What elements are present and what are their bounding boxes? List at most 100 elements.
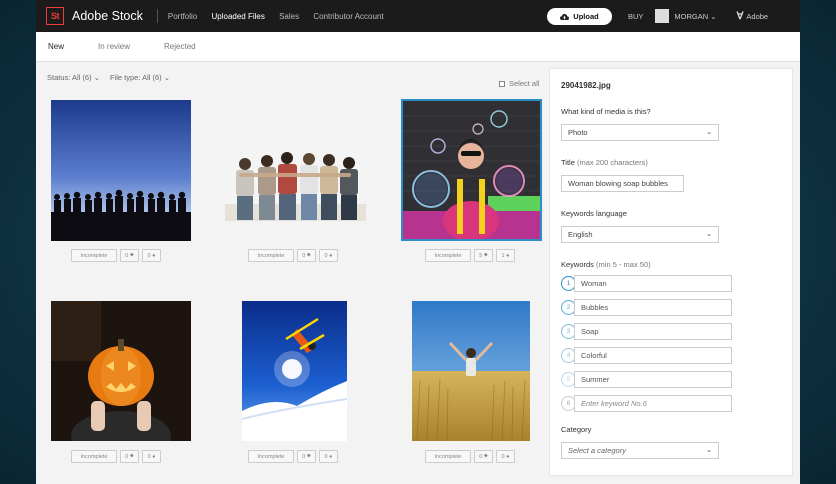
keyword-count: 0: [125, 453, 129, 460]
person-icon: ●: [506, 453, 510, 460]
thumbnail-badges: Incomplete 0 ⬥ 0 ●: [425, 450, 515, 463]
people-count-badge[interactable]: 0 ●: [496, 450, 515, 463]
keyword-count: 5: [479, 252, 483, 259]
file-type-filter[interactable]: File type: All (6) ⌄: [110, 73, 170, 82]
photo-bubbles: [403, 101, 540, 239]
status-badge[interactable]: Incomplete: [71, 249, 117, 262]
tab-bar: New In review Rejected: [36, 32, 800, 62]
tag-icon: ⬥: [483, 453, 488, 459]
people-count-badge[interactable]: 0 ●: [319, 450, 338, 463]
keyword-input-5[interactable]: Summer: [574, 371, 732, 388]
filter-bar: Status: All (6) ⌄ File type: All (6) ⌄: [47, 73, 170, 82]
thumbnail-friends[interactable]: [225, 116, 366, 221]
tag-icon: ⬥: [129, 453, 134, 459]
thumbnail-skier[interactable]: [242, 301, 347, 441]
people-count: 0: [324, 453, 328, 460]
thumbnail-bubbles[interactable]: [401, 99, 542, 241]
person-icon: ●: [152, 252, 156, 259]
title-hint: (max 200 characters): [576, 158, 648, 167]
category-label: Category: [561, 425, 592, 434]
keyword-input-6[interactable]: Enter keyword No.6: [574, 395, 732, 412]
select-all[interactable]: Select all: [499, 79, 539, 88]
keyword-count-badge[interactable]: 0 ⬥: [120, 450, 139, 463]
chevron-down-icon: ⌄: [93, 73, 100, 82]
person-icon: ●: [152, 453, 156, 460]
avatar[interactable]: [655, 9, 670, 23]
user-menu[interactable]: MORGAN ⌄: [674, 12, 716, 21]
photo-friends: [225, 116, 366, 221]
keywords-label-text: Keywords: [561, 260, 594, 269]
people-count-badge[interactable]: 1 ●: [496, 249, 515, 262]
status-filter[interactable]: Status: All (6) ⌄: [47, 73, 100, 82]
thumbnail-badges: Incomplete 0 ⬥ 0 ●: [71, 249, 161, 262]
tab-in-review[interactable]: In review: [98, 42, 130, 51]
category-select[interactable]: Select a category ⌄: [561, 442, 719, 459]
keyword-input-1[interactable]: Woman: [574, 275, 732, 292]
keyword-input-3[interactable]: Soap: [574, 323, 732, 340]
upload-button[interactable]: Upload: [547, 8, 612, 25]
keyword-count: 0: [125, 252, 129, 259]
file-name: 29041982.jpg: [561, 81, 611, 90]
status-filter-label: Status: All (6): [47, 73, 92, 82]
title-label-text: Title: [561, 158, 575, 167]
tab-new[interactable]: New: [48, 42, 64, 51]
nav-uploaded-files[interactable]: Uploaded Files: [211, 12, 264, 21]
photo-pumpkin: [51, 301, 191, 441]
buy-link[interactable]: BUY: [628, 12, 643, 21]
title-input[interactable]: Woman blowing soap bubbles: [561, 175, 684, 192]
file-type-filter-label: File type: All (6): [110, 73, 162, 82]
status-badge[interactable]: Incomplete: [425, 450, 471, 463]
thumbnail-pumpkin[interactable]: [51, 301, 191, 441]
people-count-badge[interactable]: 0 ●: [142, 249, 161, 262]
keyword-count-badge[interactable]: 0 ⬥: [297, 249, 316, 262]
media-type-select[interactable]: Photo ⌄: [561, 124, 719, 141]
chevron-down-icon: ⌄: [710, 11, 717, 21]
select-all-label: Select all: [509, 79, 540, 88]
chevron-down-icon: ⌄: [706, 129, 712, 136]
tab-rejected[interactable]: Rejected: [164, 42, 196, 51]
keyword-count: 0: [302, 453, 306, 460]
people-count: 0: [147, 453, 151, 460]
adobe-stock-logo[interactable]: St: [46, 7, 64, 25]
top-right-controls: BUY MORGAN ⌄ Ɐ Adobe: [628, 0, 768, 32]
keyword-count-badge[interactable]: 5 ⬥: [474, 249, 493, 262]
status-badge[interactable]: Incomplete: [71, 450, 117, 463]
chevron-down-icon: ⌄: [706, 447, 712, 454]
keyword-input-4[interactable]: Colorful: [574, 347, 732, 364]
media-type-label: What kind of media is this?: [561, 107, 651, 116]
status-badge[interactable]: Incomplete: [248, 249, 294, 262]
status-badge[interactable]: Incomplete: [425, 249, 471, 262]
thumbnail-badges: Incomplete 5 ⬥ 1 ●: [425, 249, 515, 262]
thumbnail-wheat[interactable]: [412, 301, 530, 441]
keyword-count-badge[interactable]: 0 ⬥: [120, 249, 139, 262]
photo-wheat: [412, 301, 530, 441]
person-icon: ●: [506, 252, 510, 259]
main-nav: Portfolio Uploaded Files Sales Contribut…: [168, 12, 396, 21]
select-all-checkbox[interactable]: [499, 80, 505, 87]
keyword-count-badge[interactable]: 0 ⬥: [297, 450, 316, 463]
adobe-label[interactable]: Adobe: [746, 12, 768, 21]
user-name: MORGAN: [674, 11, 709, 21]
person-icon: ●: [329, 453, 333, 460]
people-count-badge[interactable]: 0 ●: [142, 450, 161, 463]
people-count: 1: [501, 252, 505, 259]
keywords-language-label: Keywords language: [561, 209, 627, 218]
adobe-logo-icon: Ɐ: [736, 10, 744, 22]
keyword-count-badge[interactable]: 0 ⬥: [474, 450, 493, 463]
status-badge[interactable]: Incomplete: [248, 450, 294, 463]
thumbnail-silhouettes[interactable]: [51, 100, 191, 241]
nav-contributor-account[interactable]: Contributor Account: [313, 12, 383, 21]
brand-name[interactable]: Adobe Stock: [72, 9, 143, 23]
category-placeholder: Select a category: [568, 446, 626, 455]
people-count-badge[interactable]: 0 ●: [319, 249, 338, 262]
thumbnail-badges: Incomplete 0 ⬥ 0 ●: [71, 450, 161, 463]
nav-portfolio[interactable]: Portfolio: [168, 12, 197, 21]
keywords-language-select[interactable]: English ⌄: [561, 226, 719, 243]
keyword-input-2[interactable]: Bubbles: [574, 299, 732, 316]
chevron-down-icon: ⌄: [706, 231, 712, 238]
upload-label: Upload: [573, 12, 599, 21]
chevron-down-icon: ⌄: [163, 73, 171, 82]
nav-sales[interactable]: Sales: [279, 12, 299, 21]
tag-icon: ⬥: [306, 453, 311, 459]
people-count: 0: [324, 252, 328, 259]
